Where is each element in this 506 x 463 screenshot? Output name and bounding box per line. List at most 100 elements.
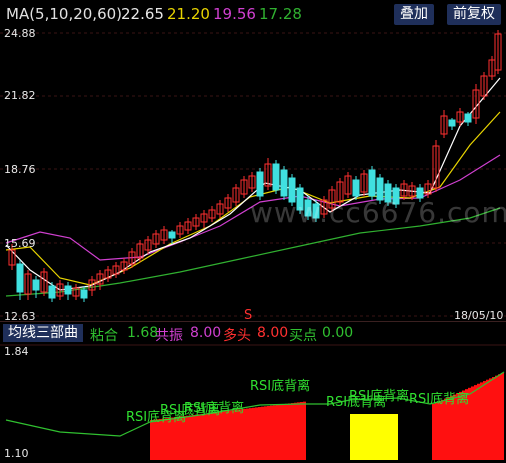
histogram-bar — [501, 372, 504, 460]
candle-body — [272, 163, 280, 191]
histogram-bar — [210, 412, 213, 460]
histogram-bar — [392, 414, 395, 460]
histogram-bar — [386, 414, 389, 460]
histogram-bar — [237, 409, 240, 460]
histogram-bar — [198, 414, 201, 460]
price-tick-3: 18.76 — [4, 163, 36, 176]
histogram-bar — [377, 414, 380, 460]
candle-body — [280, 169, 288, 197]
histogram-bar — [492, 377, 495, 460]
candle-body — [448, 119, 456, 127]
price-tick-2: 21.82 — [4, 89, 36, 102]
histogram-bar — [441, 399, 444, 460]
candle-body — [32, 279, 40, 291]
indicator-name-button[interactable]: 均线三部曲 — [3, 324, 83, 342]
histogram-bar — [207, 413, 210, 460]
histogram-bar — [300, 402, 303, 460]
histogram-bar — [356, 414, 359, 460]
histogram-bar — [279, 404, 282, 460]
histogram-bar — [261, 406, 264, 460]
histogram-bar — [264, 406, 267, 460]
ind-label-2: 共振 — [155, 328, 183, 344]
histogram-bar — [273, 405, 276, 460]
histogram-bar — [195, 414, 198, 460]
histogram-bar — [477, 383, 480, 460]
rsi-label-7: RSI底背离 — [409, 392, 470, 407]
candle-body — [168, 231, 176, 239]
histogram-bar — [150, 420, 153, 460]
histogram-bar — [362, 414, 365, 460]
rsi-label-4: RSI底背离 — [250, 379, 311, 394]
histogram-bar — [371, 414, 374, 460]
histogram-bar — [246, 408, 249, 460]
histogram-bar — [444, 398, 447, 460]
histogram-bar — [192, 414, 195, 460]
candle-body — [48, 285, 56, 299]
ind-value-3: 8.00 — [257, 325, 289, 341]
histogram-bar — [201, 413, 204, 460]
histogram-bar — [495, 375, 498, 460]
histogram-bar — [219, 411, 222, 460]
histogram-bar — [480, 382, 483, 460]
ind-value-4: 0.00 — [322, 325, 354, 341]
price-tick-1: 24.88 — [4, 27, 36, 40]
histogram-bar — [374, 414, 377, 460]
histogram-bar — [291, 403, 294, 460]
histogram-bar — [234, 409, 237, 460]
indicator-bar: 均线三部曲 粘合 1.68 共振 8.00 多头 8.00 买点 0.00 — [0, 322, 506, 344]
ind-value-2: 8.00 — [190, 325, 222, 341]
histogram-bar — [365, 414, 368, 460]
histogram-bar — [267, 405, 270, 460]
histogram-bar — [156, 419, 159, 460]
histogram-bar — [489, 378, 492, 460]
histogram-bar — [471, 386, 474, 460]
histogram-bar — [380, 414, 383, 460]
histogram-bar — [249, 408, 252, 460]
histogram-bar — [240, 409, 243, 460]
histogram-bar — [389, 414, 392, 460]
ind-value-1: 1.68 — [127, 325, 159, 341]
ind-label-4: 买点 — [289, 328, 317, 344]
histogram-bar — [438, 401, 441, 460]
histogram-bar — [222, 411, 225, 460]
histogram-bar — [368, 414, 371, 460]
candle-body — [16, 263, 24, 293]
histogram-bar — [294, 402, 297, 460]
histogram-bar — [231, 410, 234, 460]
histogram-bar — [350, 414, 353, 460]
candle-body — [368, 169, 376, 197]
histogram-bar — [285, 403, 288, 460]
histogram-bar — [483, 381, 486, 460]
histogram-bar — [498, 374, 501, 460]
histogram-bar — [255, 407, 258, 460]
histogram-bar — [270, 405, 273, 460]
sub-tick-top: 1.84 — [4, 345, 29, 358]
histogram-bar — [383, 414, 386, 460]
ind-label-3: 多头 — [223, 328, 251, 344]
histogram-bar — [159, 418, 162, 460]
histogram-bar — [432, 404, 435, 460]
histogram-bar — [252, 407, 255, 460]
sub-tick-bottom: 1.10 — [4, 447, 29, 460]
ind-label-1: 粘合 — [90, 328, 118, 344]
candle-body — [352, 179, 360, 197]
histogram-bar — [395, 414, 398, 460]
price-tick-4: 15.69 — [4, 237, 36, 250]
watermark: www.cc6676.com — [250, 196, 506, 229]
rsi-label-3: RSI底背离 — [184, 401, 245, 416]
histogram-bar — [474, 385, 477, 460]
histogram-bar — [204, 413, 207, 460]
rsi-label-6: RSI底背离 — [349, 389, 410, 404]
histogram-bar — [258, 407, 261, 460]
histogram-bar — [243, 408, 246, 460]
candle-body — [256, 171, 264, 197]
histogram-bar — [213, 412, 216, 460]
histogram-bar — [353, 414, 356, 460]
candle-body — [464, 113, 472, 123]
histogram-bar — [189, 415, 192, 460]
histogram-bar — [216, 412, 219, 460]
histogram-bar — [359, 414, 362, 460]
histogram-bar — [225, 411, 228, 460]
candle-body — [64, 285, 72, 295]
histogram-bar — [303, 401, 306, 460]
